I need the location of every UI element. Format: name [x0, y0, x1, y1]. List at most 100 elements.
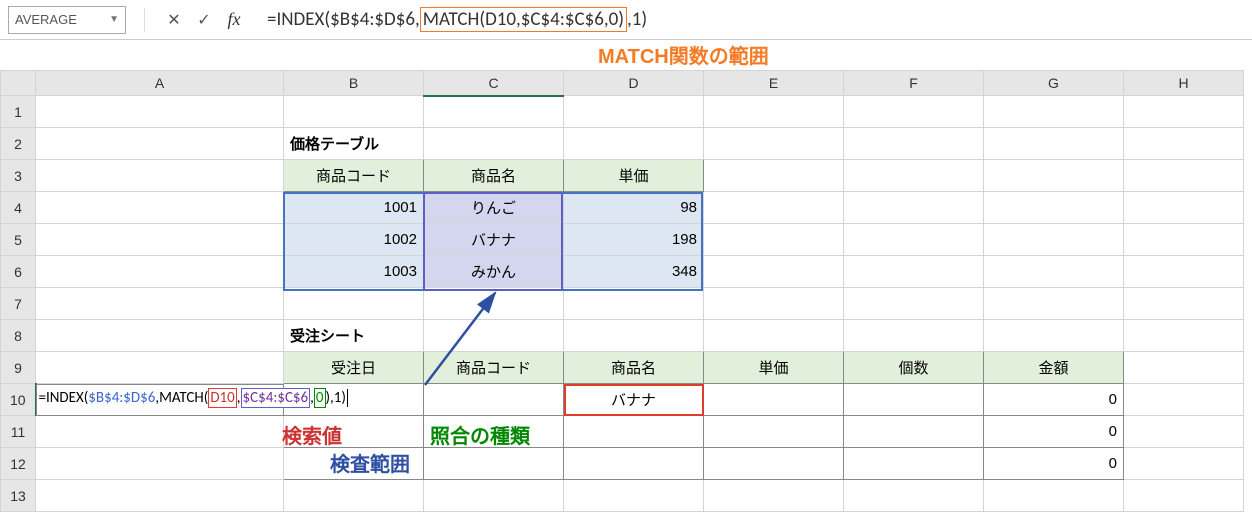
cell[interactable] — [424, 448, 564, 480]
col-header-B[interactable]: B — [284, 71, 424, 96]
cell[interactable] — [984, 192, 1124, 224]
cell[interactable] — [564, 320, 704, 352]
cell[interactable] — [36, 448, 284, 480]
cell[interactable] — [284, 448, 424, 480]
cell[interactable] — [704, 256, 844, 288]
col-header-E[interactable]: E — [704, 71, 844, 96]
cell[interactable] — [704, 160, 844, 192]
order-sheet-title[interactable]: 受注シート — [284, 320, 424, 352]
order-header-qty[interactable]: 個数 — [844, 352, 984, 384]
cell[interactable] — [844, 288, 984, 320]
cell[interactable] — [984, 256, 1124, 288]
cell[interactable] — [844, 192, 984, 224]
cell[interactable] — [1124, 384, 1244, 416]
cell[interactable] — [984, 96, 1124, 128]
insert-function-icon[interactable]: fx — [223, 9, 245, 31]
cell-B5[interactable]: 1002 — [284, 224, 424, 256]
cell[interactable] — [36, 160, 284, 192]
cell[interactable] — [984, 160, 1124, 192]
row-header[interactable]: 1 — [1, 96, 36, 128]
row-header[interactable]: 11 — [1, 416, 36, 448]
cell-D4[interactable]: 98 — [564, 192, 704, 224]
row-header[interactable]: 6 — [1, 256, 36, 288]
cell-C4[interactable]: りんご — [424, 192, 564, 224]
cell[interactable] — [36, 416, 284, 448]
col-header-D[interactable]: D — [564, 71, 704, 96]
cell[interactable] — [424, 96, 564, 128]
cell-C5[interactable]: バナナ — [424, 224, 564, 256]
cell[interactable] — [704, 128, 844, 160]
cell[interactable] — [284, 480, 424, 512]
cell[interactable] — [984, 320, 1124, 352]
cell[interactable] — [844, 96, 984, 128]
cell[interactable] — [1124, 352, 1244, 384]
cell[interactable] — [36, 256, 284, 288]
cell[interactable] — [844, 128, 984, 160]
row-header[interactable]: 12 — [1, 448, 36, 480]
cell[interactable] — [424, 288, 564, 320]
formula-input[interactable]: =INDEX($B$4:$D$6,MATCH(D10,$C$4:$C$6,0),… — [253, 5, 1244, 35]
cell[interactable] — [1124, 160, 1244, 192]
name-box[interactable]: AVERAGE ▼ — [8, 6, 126, 34]
cell[interactable] — [424, 480, 564, 512]
cell[interactable] — [424, 128, 564, 160]
cell[interactable] — [36, 480, 284, 512]
order-header-amount[interactable]: 金額 — [984, 352, 1124, 384]
enter-icon[interactable]: ✓ — [193, 9, 215, 31]
cell[interactable] — [36, 320, 284, 352]
cell[interactable] — [704, 448, 844, 480]
cancel-icon[interactable]: ✕ — [163, 9, 185, 31]
col-header-F[interactable]: F — [844, 71, 984, 96]
cell-D10[interactable]: バナナ — [564, 384, 704, 416]
row-header[interactable]: 3 — [1, 160, 36, 192]
cell[interactable] — [984, 480, 1124, 512]
cell-F10[interactable] — [844, 384, 984, 416]
cell[interactable] — [1124, 480, 1244, 512]
cell-D6[interactable]: 348 — [564, 256, 704, 288]
cell[interactable] — [1124, 448, 1244, 480]
cell-G11[interactable]: 0 — [984, 416, 1124, 448]
cell[interactable] — [844, 448, 984, 480]
cell[interactable] — [704, 416, 844, 448]
cell[interactable] — [1124, 416, 1244, 448]
cell[interactable] — [844, 160, 984, 192]
row-header[interactable]: 7 — [1, 288, 36, 320]
cell[interactable] — [844, 416, 984, 448]
cell[interactable] — [564, 288, 704, 320]
cell[interactable] — [564, 96, 704, 128]
order-header-date[interactable]: 受注日 — [284, 352, 424, 384]
cell[interactable] — [984, 224, 1124, 256]
cell[interactable] — [704, 224, 844, 256]
row-header[interactable]: 4 — [1, 192, 36, 224]
cell[interactable] — [1124, 224, 1244, 256]
cell-D5[interactable]: 198 — [564, 224, 704, 256]
row-header[interactable]: 10 — [1, 384, 36, 416]
chevron-down-icon[interactable]: ▼ — [109, 14, 119, 25]
cell[interactable] — [984, 128, 1124, 160]
cell[interactable] — [1124, 256, 1244, 288]
cell[interactable] — [36, 224, 284, 256]
cell-B6[interactable]: 1003 — [284, 256, 424, 288]
cell[interactable] — [984, 288, 1124, 320]
row-header[interactable]: 8 — [1, 320, 36, 352]
cell-C6[interactable]: みかん — [424, 256, 564, 288]
cell[interactable] — [36, 352, 284, 384]
price-header-code[interactable]: 商品コード — [284, 160, 424, 192]
cell[interactable] — [704, 480, 844, 512]
cell-B4[interactable]: 1001 — [284, 192, 424, 224]
cell[interactable] — [284, 416, 424, 448]
price-header-price[interactable]: 単価 — [564, 160, 704, 192]
spreadsheet-grid[interactable]: A B C D E F G H 1 2価格テーブル 3商品コード商品名単価 41… — [0, 70, 1244, 512]
cell[interactable] — [36, 288, 284, 320]
cell-E10[interactable] — [704, 384, 844, 416]
row-header[interactable]: 9 — [1, 352, 36, 384]
row-header[interactable]: 2 — [1, 128, 36, 160]
cell[interactable] — [844, 480, 984, 512]
col-header-C[interactable]: C — [424, 71, 564, 96]
cell[interactable] — [36, 128, 284, 160]
cell[interactable] — [424, 416, 564, 448]
cell[interactable] — [1124, 320, 1244, 352]
cell[interactable] — [36, 96, 284, 128]
cell[interactable] — [1124, 192, 1244, 224]
col-header-H[interactable]: H — [1124, 71, 1244, 96]
